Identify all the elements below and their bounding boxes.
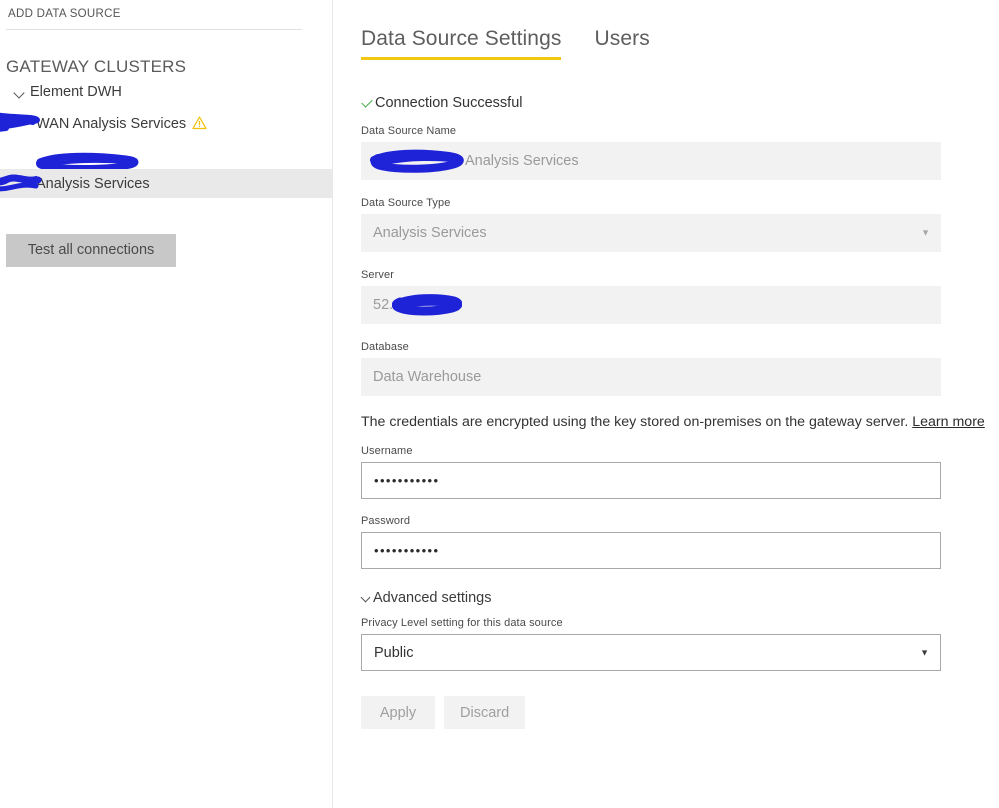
- tab-users[interactable]: Users: [594, 27, 649, 60]
- chevron-down-icon[interactable]: [361, 592, 372, 605]
- chevron-down-icon[interactable]: ▼: [920, 648, 929, 657]
- data-source-name-input[interactable]: Analysis Services: [361, 142, 941, 180]
- data-source-type-value: Analysis Services: [373, 225, 487, 241]
- data-source-list: WAN Analysis Services Analysis Services: [0, 110, 333, 198]
- cluster-name-label: Element DWH: [30, 84, 122, 100]
- username-value: •••••••••••: [374, 473, 440, 489]
- connection-status: Connection Successful: [361, 95, 523, 111]
- credentials-note: The credentials are encrypted using the …: [361, 413, 985, 431]
- database-value: Data Warehouse: [373, 369, 482, 385]
- privacy-level-label: Privacy Level setting for this data sour…: [361, 617, 563, 630]
- gateway-data-source-page: ADD DATA SOURCE GATEWAY CLUSTERS Element…: [0, 0, 999, 808]
- sidebar-divider: [6, 29, 302, 30]
- server-input[interactable]: 52.: [361, 286, 941, 324]
- main-panel: Data Source Settings Users Connection Su…: [333, 0, 999, 808]
- data-source-label: WAN Analysis Services: [36, 116, 187, 132]
- list-item[interactable]: [0, 141, 333, 173]
- data-source-type-select[interactable]: Analysis Services ▼: [361, 214, 941, 252]
- checkmark-icon: [361, 97, 373, 109]
- data-source-type-label: Data Source Type: [361, 197, 451, 209]
- database-input[interactable]: Data Warehouse: [361, 358, 941, 396]
- learn-more-link[interactable]: Learn more: [912, 414, 985, 430]
- database-label: Database: [361, 341, 409, 353]
- data-source-label: Analysis Services: [36, 175, 150, 192]
- connection-status-label: Connection Successful: [375, 95, 523, 111]
- gateway-clusters-heading: GATEWAY CLUSTERS: [6, 57, 187, 76]
- username-input[interactable]: •••••••••••: [361, 462, 941, 500]
- list-item-selected[interactable]: Analysis Services: [0, 169, 333, 198]
- advanced-settings-toggle[interactable]: Advanced settings: [361, 590, 492, 606]
- password-value: •••••••••••: [374, 543, 440, 559]
- redaction-mark: [0, 109, 40, 139]
- data-source-form: Data Source Name Analysis Services Data …: [361, 125, 985, 730]
- cluster-item-element-dwh[interactable]: Element DWH: [13, 84, 122, 100]
- credentials-note-text: The credentials are encrypted using the …: [361, 414, 909, 430]
- server-label: Server: [361, 269, 394, 281]
- tab-bar: Data Source Settings Users: [361, 27, 683, 60]
- tab-data-source-settings[interactable]: Data Source Settings: [361, 27, 562, 60]
- discard-button[interactable]: Discard: [444, 696, 526, 730]
- privacy-level-select[interactable]: Public ▼: [361, 634, 941, 672]
- list-item[interactable]: WAN Analysis Services: [0, 110, 333, 138]
- password-input[interactable]: •••••••••••: [361, 532, 941, 570]
- privacy-level-value: Public: [374, 644, 414, 661]
- data-source-name-label: Data Source Name: [361, 125, 457, 137]
- data-source-name-wrap: WAN Analysis Services: [0, 112, 187, 132]
- test-all-connections-button[interactable]: Test all connections: [6, 234, 176, 267]
- warning-triangle-icon: [192, 116, 207, 134]
- form-action-buttons: Apply Discard: [361, 696, 941, 730]
- chevron-down-icon[interactable]: [13, 86, 26, 99]
- chevron-down-icon[interactable]: ▼: [921, 228, 930, 238]
- username-label: Username: [361, 445, 413, 458]
- sidebar: ADD DATA SOURCE GATEWAY CLUSTERS Element…: [0, 0, 333, 808]
- data-source-name-value: Analysis Services: [465, 153, 579, 169]
- redaction-mark: [369, 147, 465, 175]
- advanced-settings-label: Advanced settings: [373, 590, 492, 607]
- redaction-mark: [392, 291, 462, 319]
- password-label: Password: [361, 515, 411, 528]
- apply-button[interactable]: Apply: [361, 696, 435, 730]
- add-data-source-link[interactable]: ADD DATA SOURCE: [8, 8, 121, 20]
- server-value: 52.: [373, 297, 394, 313]
- data-source-name-wrap: Analysis Services: [0, 174, 150, 192]
